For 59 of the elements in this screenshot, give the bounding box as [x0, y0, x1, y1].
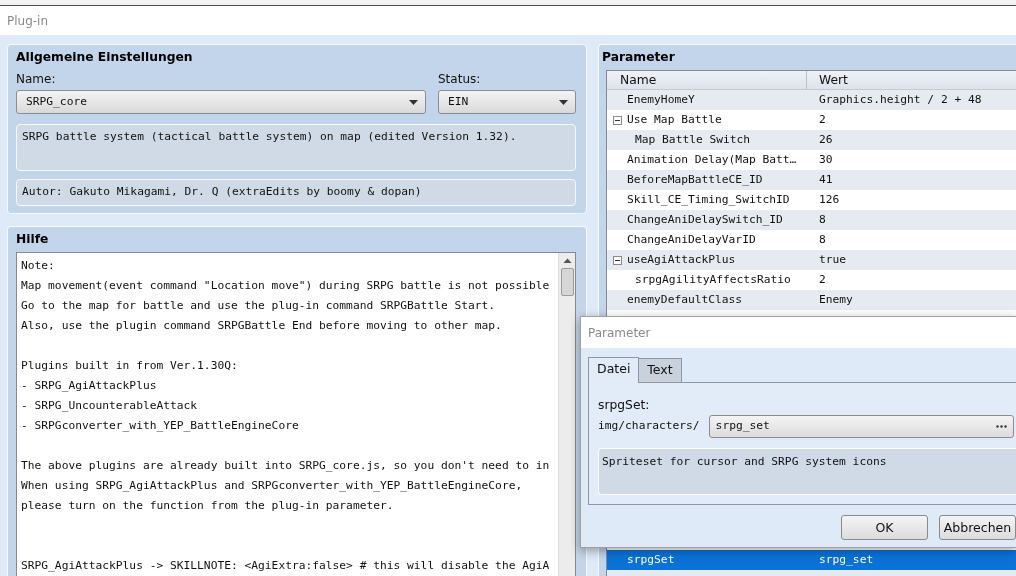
file-field[interactable]: srpg_set	[708, 415, 1014, 438]
ok-button[interactable]: OK	[841, 515, 928, 540]
table-row[interactable]: EnemyHomeY Graphics.height / 2 + 48	[607, 90, 1016, 110]
parameter-value: 8	[819, 213, 826, 226]
field-label: Name:	[16, 71, 57, 87]
parameter-name: EnemyHomeY	[627, 92, 695, 108]
column-header: Name	[607, 71, 807, 89]
window-title: Plug-in	[7, 12, 49, 30]
table-row[interactable]: useAgiAttackPlus true	[607, 250, 1016, 270]
parameter-description: Spriteset for cursor and SRPG system icons	[598, 448, 1016, 495]
parameter-value: 126	[819, 193, 840, 206]
parameter-value: 30	[819, 153, 833, 166]
panel-title: Hilfe	[16, 231, 50, 248]
parameter-name: Map Battle Switch	[635, 132, 751, 148]
panel-title: Parameter	[602, 49, 676, 66]
scrollbar-thumb[interactable]	[560, 268, 574, 296]
cancel-button[interactable]: Abbrechen	[939, 515, 1016, 540]
parameter-value: Enemy	[819, 293, 853, 306]
parameter-name: Animation Delay(Map Batt…	[627, 152, 797, 168]
parameter-name: ChangeAniDelaySwitch_ID	[627, 212, 783, 228]
help-text: Note: Map movement(event command "Location move") during SRPG battle is not possible Go to the map for battle and use the plug-in command SRPGBattle Start. Also, use the plugin command SRPGBattle End before moving to other map. Plugins built in from Ver.1.30Q: - SRPG_AgiAttackPlus - SRPG_UncounterableAttack - SRPGconverter_with_YEP_BattleEngineCore The above plugins are already built into SRPG_core.js, so you don't need to in When using SRPG_AgiAttackPlus and SRPGconverter_with_YEP_BattleEngineCore, please turn on the function from the plug-in parameter. SRPG_AgiAttackPlus -> SKILLNOTE: <AgiExtra:false> # this will disable the AgiA	[20, 258, 551, 574]
parameter-name: Use Map Battle	[627, 112, 722, 128]
parameter-value: srpg_set	[819, 553, 874, 566]
tab[interactable]: Text	[638, 358, 682, 382]
parameter-name: BeforeMapBattleCE_ID	[627, 172, 763, 188]
plugin-name-select[interactable]: SRPG_core	[16, 90, 426, 114]
table-row[interactable]: BeforeMapBattleCE_ID 41	[607, 170, 1016, 190]
caret-icon	[559, 99, 568, 105]
parameter-name: ChangeAniDelayVarID	[627, 232, 756, 248]
table-row[interactable]: ChangeAniDelaySwitch_ID 8	[607, 210, 1016, 230]
table-row[interactable]: enemyDefaultClass Enemy	[607, 290, 1016, 310]
field-label: srpgSet:	[598, 397, 651, 413]
parameter-value: 2	[819, 273, 826, 286]
parameter-value: 2	[819, 113, 826, 126]
dialog-title: Parameter	[588, 324, 651, 342]
parameter-value: 8	[819, 233, 826, 246]
parameter-value: 26	[819, 133, 833, 146]
collapse-icon[interactable]	[613, 115, 622, 125]
status-select[interactable]: EIN	[438, 90, 576, 114]
panel-title: Allgemeine Einstellungen	[16, 49, 194, 66]
caret-icon	[409, 99, 418, 105]
table-row[interactable]: srpgSet srpg_set	[607, 550, 1016, 570]
collapse-icon[interactable]	[613, 255, 622, 265]
parameter-name: srpgSet	[627, 552, 675, 568]
plugin-author: Autor: Gakuto Mikagami, Dr. Q (extraEdits by boomy & dopan)	[16, 179, 576, 206]
plugin-description: SRPG battle system (tactical battle system) on map (edited Version 1.32).	[16, 124, 576, 171]
parameter-value: true	[819, 253, 847, 266]
parameter-name: srpgAgilityAffectsRatio	[635, 272, 791, 288]
tab[interactable]: Datei	[588, 357, 640, 383]
parameter-name: enemyDefaultClass	[627, 292, 743, 308]
field-label: Status:	[438, 71, 482, 87]
path-prefix: img/characters/	[598, 418, 700, 435]
parameter-value: Graphics.height / 2 + 48	[819, 93, 982, 106]
parameter-value: 41	[819, 173, 833, 186]
parameter-name: useAgiAttackPlus	[627, 252, 736, 268]
ellipsis-icon[interactable]	[996, 425, 1007, 428]
column-header: Wert	[818, 72, 848, 89]
table-row[interactable]: Map Battle Switch 26	[607, 130, 1016, 150]
parameter-name: Skill_CE_Timing_SwitchID	[627, 192, 790, 208]
